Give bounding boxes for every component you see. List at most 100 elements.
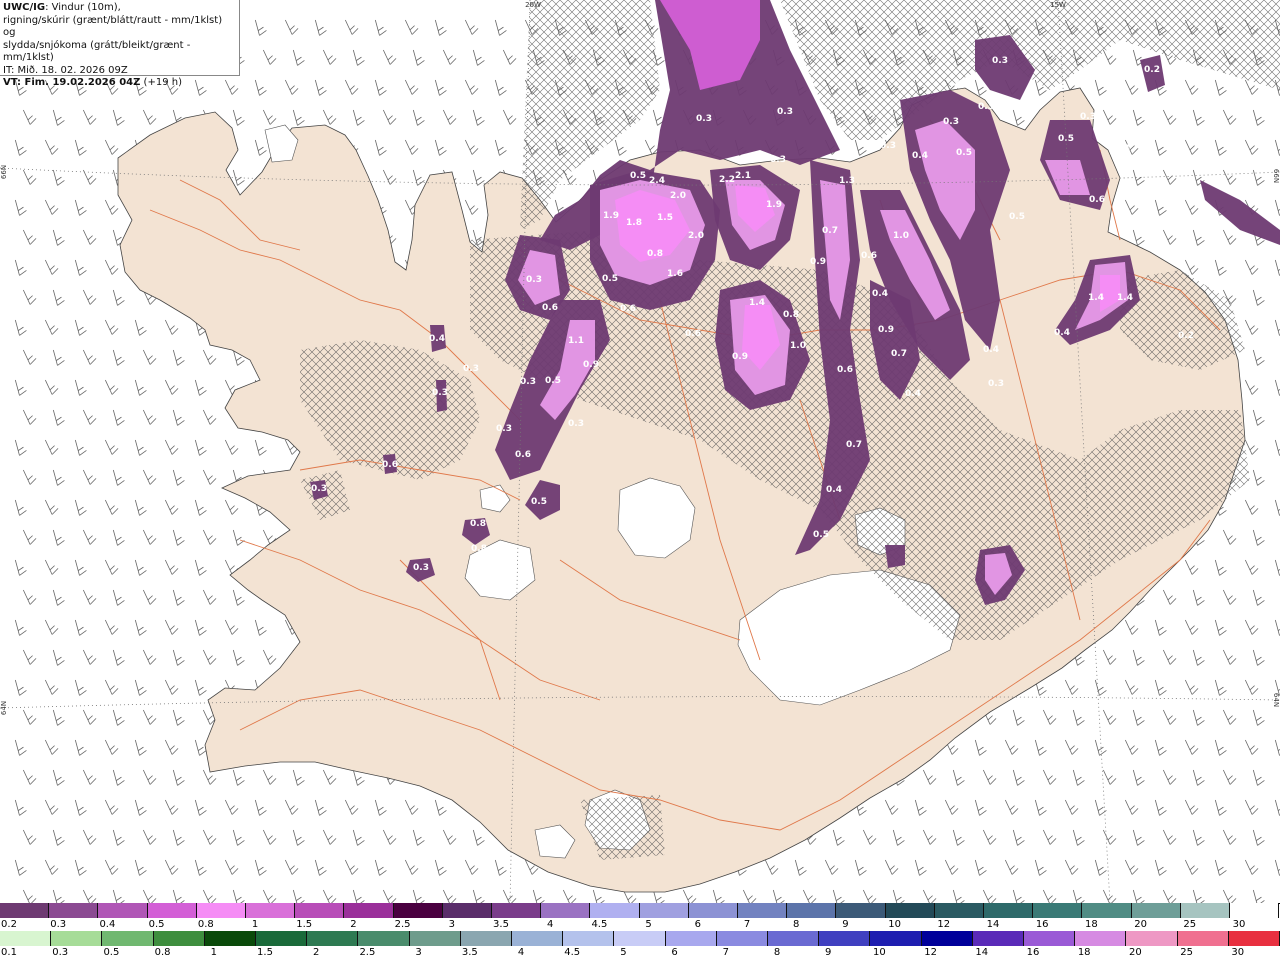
- precip-value-label: 1.9: [603, 211, 619, 221]
- snow-legend-bar: [0, 903, 1280, 918]
- legend-label: 0.3: [50, 919, 67, 930]
- init-time: IT: Mið. 18. 02. 2026 09Z: [3, 64, 128, 76]
- legend-swatch: [870, 931, 922, 946]
- longitude-label: 20W: [525, 1, 541, 9]
- legend-label: 10: [888, 919, 901, 930]
- legend-swatch: [102, 931, 154, 946]
- legend-swatch: [590, 903, 640, 918]
- legend-swatch: [885, 903, 935, 918]
- precip-value-label: 2.0: [688, 231, 704, 241]
- legend-swatch: [541, 903, 591, 918]
- title-line-3: slydda/snjókoma (grátt/bleikt/grænt - mm…: [3, 39, 191, 64]
- precip-value-label: 0.5: [545, 376, 561, 386]
- precip-value-label: 0.9: [810, 257, 826, 267]
- legend-label: 5: [645, 919, 652, 930]
- precip-value-label: 0.5: [813, 530, 829, 540]
- legend-swatch: [246, 903, 296, 918]
- precip-value-label: 0.3: [943, 117, 959, 127]
- legend-swatch: [921, 931, 973, 946]
- legend-swatch: [256, 931, 308, 946]
- legend-label: 9: [842, 919, 849, 930]
- precip-value-label: 0.8: [783, 310, 799, 320]
- legend-swatch: [614, 931, 666, 946]
- legend-label: 0.8: [197, 919, 214, 930]
- legend-label: 9: [825, 947, 832, 958]
- legend-swatch: [738, 903, 788, 918]
- legend-label: 0.3: [52, 947, 69, 958]
- legend-label: 3: [415, 947, 422, 958]
- legend-swatch: [639, 903, 689, 918]
- precip-value-label: 1.4: [749, 298, 765, 308]
- legend-swatch: [393, 903, 443, 918]
- precip-value-label: 2.1: [735, 171, 751, 181]
- legend-swatch: [716, 931, 768, 946]
- legend-swatch: [51, 931, 103, 946]
- legend-swatch: [1177, 931, 1229, 946]
- precip-value-label: 0.7: [846, 440, 862, 450]
- legend-label: 30: [1231, 947, 1245, 958]
- legend-label: 20: [1129, 947, 1142, 958]
- latitude-label: 66N: [1272, 169, 1280, 183]
- latitude-label: 64N: [0, 701, 8, 715]
- precip-value-label: 0.5: [602, 274, 618, 284]
- forecast-hour: (+19 h): [140, 77, 182, 88]
- legend-label: 3.5: [493, 919, 509, 930]
- legend-label: 6: [694, 919, 701, 930]
- precip-value-label: 0.3: [526, 275, 542, 285]
- precip-value-label: 0.3: [413, 563, 429, 573]
- legend-label: 12: [924, 947, 937, 958]
- precip-value-label: 0.6: [542, 303, 558, 313]
- precip-value-label: 0.6: [620, 304, 636, 314]
- legend-label: 7: [743, 919, 751, 930]
- precip-value-label: 0.8: [647, 249, 663, 259]
- legend-swatch: [972, 931, 1024, 946]
- precip-value-label: 1.0: [893, 231, 909, 241]
- precip-value-label: 0.3: [496, 424, 512, 434]
- legend-swatch: [295, 903, 345, 918]
- legend-label: 25: [1180, 947, 1193, 958]
- legend-label: 8: [773, 947, 781, 958]
- precip-value-label: 0.6: [837, 365, 853, 375]
- precip-value-label: 1.6: [667, 269, 683, 279]
- precip-value-label: 0.2: [1178, 331, 1194, 341]
- precip-value-label: 0.4: [826, 485, 842, 495]
- precip-value-label: 0.9: [732, 352, 748, 362]
- legend-swatch: [563, 931, 615, 946]
- legend-label: 18: [1085, 919, 1098, 930]
- legend-label: 1.5: [257, 947, 273, 958]
- precip-value-label: 0.3: [988, 379, 1004, 389]
- precip-value-label: 1.9: [766, 200, 782, 210]
- model-name: UWC/IG: [3, 2, 46, 13]
- legend-swatch: [358, 931, 410, 946]
- legend-label: 3: [448, 919, 455, 930]
- legend-swatch: [153, 931, 205, 946]
- rain-legend-bar: [0, 931, 1280, 946]
- precip-value-label: 1.5: [657, 213, 673, 223]
- legend-label: 0.1: [1, 947, 17, 958]
- legend-label: 2: [313, 947, 320, 958]
- precip-value-label: 1.4: [1088, 293, 1104, 303]
- precip-value-label: 0.5: [956, 148, 972, 158]
- legend-swatch: [98, 903, 148, 918]
- precip-value-label: 0.6: [1089, 195, 1105, 205]
- precip-value-label: 0.6: [685, 329, 701, 339]
- legend-label: 2.5: [394, 919, 411, 930]
- map-info-box: UWC/IG: Vindur (10m), rigning/skúrir (gr…: [0, 0, 240, 88]
- precip-value-label: 0.4: [429, 334, 445, 344]
- legend-label: 18: [1077, 947, 1091, 958]
- precip-value-label: 0.9: [583, 360, 599, 370]
- legend-swatch: [0, 931, 52, 946]
- legend-swatch: [492, 903, 542, 918]
- precip-value-label: 1.0: [790, 341, 806, 351]
- valid-time: VT: Fim. 19.02.2026 04Z (+19 h): [3, 77, 236, 90]
- precip-value-label: 0.3: [777, 107, 793, 117]
- legend-label: 30: [1232, 919, 1246, 930]
- legend-label: 4.5: [564, 947, 581, 958]
- precip-value-label: 0.4: [872, 289, 888, 299]
- precip-value-label: 0.8: [470, 519, 486, 529]
- legend-label: 14: [986, 919, 1000, 930]
- legend-swatch: [836, 903, 886, 918]
- legend-label: 10: [873, 947, 886, 958]
- legend-swatch: [1082, 903, 1132, 918]
- legend-swatch: [819, 931, 871, 946]
